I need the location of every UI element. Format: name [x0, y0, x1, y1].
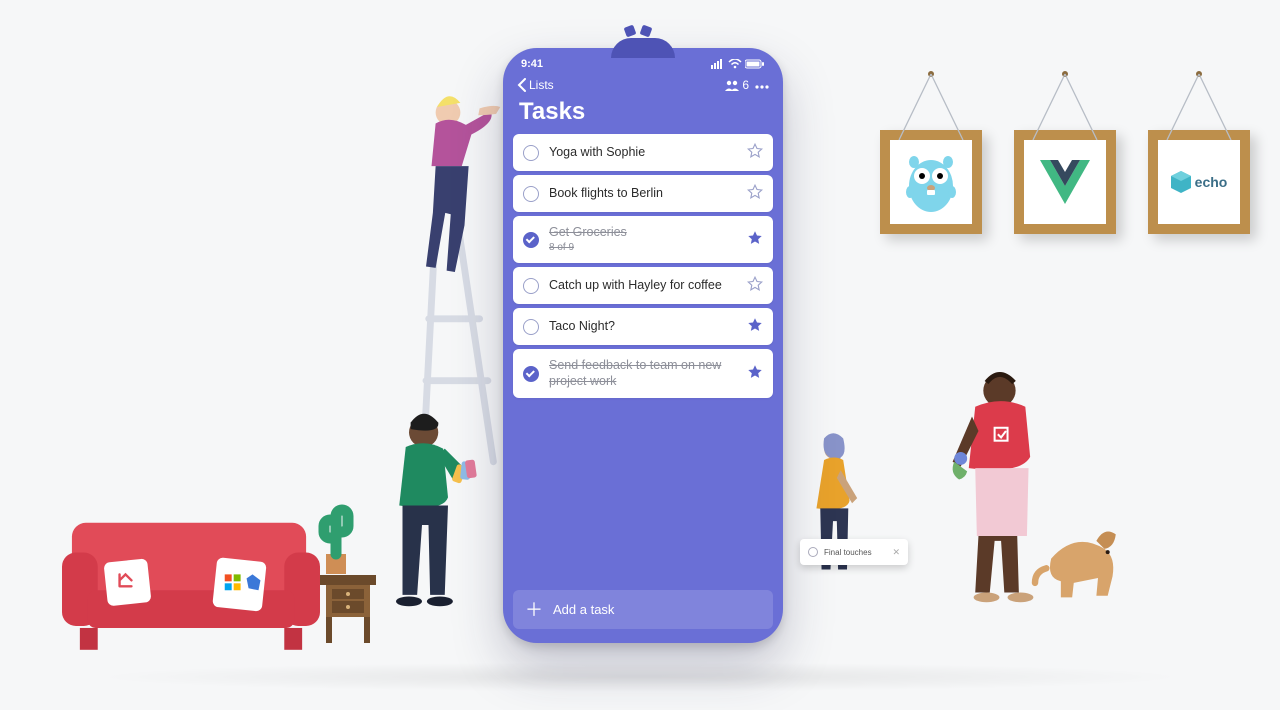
status-icons	[711, 58, 765, 70]
task-star[interactable]	[747, 317, 763, 336]
cactus-illustration	[316, 498, 356, 578]
cat-decoration	[611, 32, 675, 58]
echo-label: echo	[1195, 174, 1228, 190]
task-list: Yoga with Sophie Book flights to Berlin Ge…	[503, 134, 783, 398]
chip-close-icon[interactable]: ✕	[892, 547, 900, 558]
add-task-button[interactable]: ＋ Add a task	[513, 590, 773, 629]
chip-label: Final touches	[824, 548, 872, 557]
task-star[interactable]	[747, 364, 763, 383]
task-row[interactable]: Book flights to Berlin	[513, 175, 773, 212]
ellipsis-icon	[755, 85, 769, 89]
task-checkbox[interactable]	[523, 366, 539, 382]
task-label: Book flights to Berlin	[549, 186, 737, 202]
task-checkbox[interactable]	[523, 319, 539, 335]
task-label: Send feedback to team on new project wor…	[549, 358, 737, 389]
task-label: Catch up with Hayley for coffee	[549, 278, 737, 294]
couch-illustration	[62, 495, 320, 654]
frame-echo: echo	[1148, 130, 1250, 234]
chevron-left-icon	[517, 78, 527, 92]
gopher-icon	[902, 148, 960, 216]
task-checkbox[interactable]	[523, 186, 539, 202]
share-button[interactable]: 6	[725, 78, 749, 92]
task-checkbox[interactable]	[523, 232, 539, 248]
share-count: 6	[742, 78, 749, 92]
vue-icon	[1040, 160, 1090, 204]
task-label: Taco Night?	[549, 319, 737, 335]
person-dog-illustration	[930, 368, 1140, 626]
back-button[interactable]: Lists	[517, 78, 554, 92]
people-icon	[725, 79, 739, 91]
frame-vue	[1014, 130, 1116, 234]
battery-icon	[745, 59, 765, 69]
wall-frames: echo	[880, 130, 1250, 234]
add-task-label: Add a task	[553, 602, 614, 617]
task-checkbox[interactable]	[523, 278, 539, 294]
person-cards-illustration	[370, 408, 500, 652]
task-row[interactable]: Taco Night?	[513, 308, 773, 345]
more-button[interactable]	[755, 78, 769, 92]
status-time: 9:41	[521, 58, 543, 70]
task-label: Get Groceries8 of 9	[549, 225, 737, 254]
frame-go	[880, 130, 982, 234]
task-star[interactable]	[747, 230, 763, 249]
task-label: Yoga with Sophie	[549, 145, 737, 161]
task-star[interactable]	[747, 184, 763, 203]
task-row[interactable]: Catch up with Hayley for coffee	[513, 267, 773, 304]
task-star[interactable]	[747, 276, 763, 295]
person-scarf-illustration	[805, 432, 875, 591]
back-label: Lists	[529, 78, 554, 92]
floating-task-chip[interactable]: Final touches ✕	[800, 539, 908, 565]
page-title: Tasks	[503, 94, 783, 134]
task-row[interactable]: Get Groceries8 of 9	[513, 216, 773, 263]
task-row[interactable]: Send feedback to team on new project wor…	[513, 349, 773, 398]
phone-mockup: 9:41 Lists 6 Tasks Yoga with Sophie Book …	[503, 48, 783, 643]
wifi-icon	[728, 59, 742, 69]
task-subtext: 8 of 9	[549, 242, 737, 255]
task-checkbox[interactable]	[523, 145, 539, 161]
chip-checkbox[interactable]	[808, 547, 818, 557]
task-row[interactable]: Yoga with Sophie	[513, 134, 773, 171]
task-star[interactable]	[747, 143, 763, 162]
echo-icon	[1171, 171, 1191, 193]
signal-icon	[711, 59, 725, 69]
nav-bar: Lists 6	[503, 74, 783, 94]
